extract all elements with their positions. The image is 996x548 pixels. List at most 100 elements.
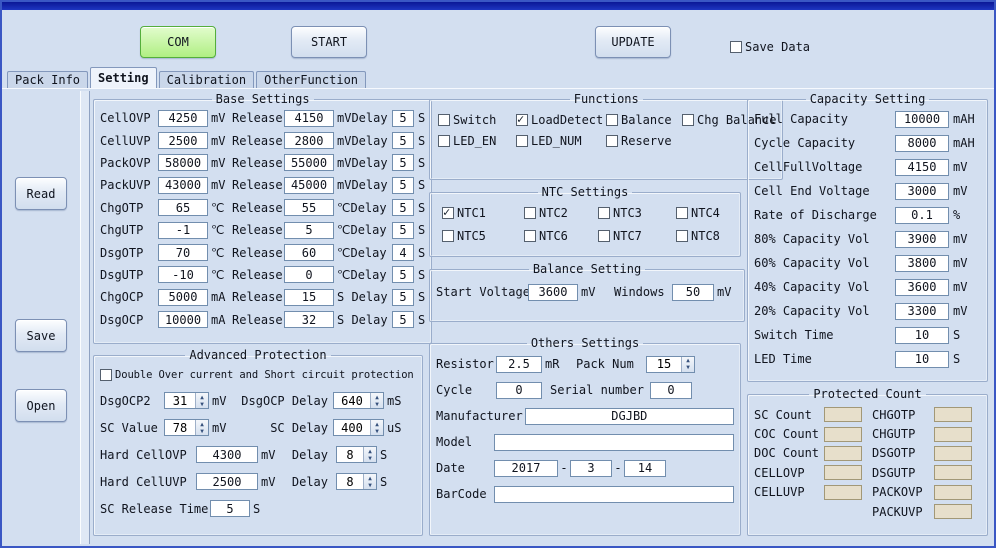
function-balance[interactable]: Balance: [606, 113, 682, 127]
param-value-field[interactable]: [158, 132, 208, 149]
delay-value-field[interactable]: [392, 289, 414, 306]
delay-value-field[interactable]: [392, 154, 414, 171]
cycle-field[interactable]: [496, 382, 542, 399]
param-value-field[interactable]: [158, 199, 208, 216]
pack-num-stepper[interactable]: ▲▼: [646, 356, 695, 373]
delay-value-field[interactable]: [392, 244, 414, 261]
sc-value-select[interactable]: ▲▼: [164, 419, 209, 436]
delay-value-field[interactable]: [392, 222, 414, 239]
spinner-down-icon[interactable]: ▼: [682, 364, 694, 371]
function-switch[interactable]: Switch: [438, 113, 516, 127]
barcode-field[interactable]: [494, 486, 734, 503]
spinner-up-icon[interactable]: ▲: [196, 421, 208, 428]
spinner[interactable]: ▲▼: [195, 393, 208, 408]
checkbox-icon[interactable]: [442, 230, 454, 242]
delay-value-field[interactable]: [392, 177, 414, 194]
save-button[interactable]: Save: [15, 319, 67, 352]
spinner[interactable]: ▲▼: [681, 357, 694, 372]
release-value-field[interactable]: [284, 222, 334, 239]
spinner-up-icon[interactable]: ▲: [364, 448, 376, 455]
param-value-field[interactable]: [158, 266, 208, 283]
checkbox-icon[interactable]: [442, 207, 454, 219]
checkbox-icon[interactable]: [676, 207, 688, 219]
dsgocp-delay-value[interactable]: [334, 393, 370, 408]
tab-pack-info[interactable]: Pack Info: [7, 71, 88, 88]
ntc8-checkbox[interactable]: NTC8: [676, 229, 734, 243]
function-loaddetect[interactable]: LoadDetect: [516, 113, 606, 127]
param-value-field[interactable]: [158, 222, 208, 239]
checkbox-icon[interactable]: [516, 114, 528, 126]
param-value-field[interactable]: [158, 244, 208, 261]
spinner[interactable]: ▲▼: [370, 393, 383, 408]
pack-num-value[interactable]: [647, 357, 681, 372]
hard-celluvp-delay-value[interactable]: [337, 474, 363, 489]
spinner[interactable]: ▲▼: [363, 447, 376, 462]
ntc7-checkbox[interactable]: NTC7: [598, 229, 676, 243]
capacity-value-field[interactable]: [895, 279, 949, 296]
dsgocp2-value[interactable]: [165, 393, 195, 408]
read-button[interactable]: Read: [15, 177, 67, 210]
start-voltage-field[interactable]: [528, 284, 578, 301]
checkbox-icon[interactable]: [598, 230, 610, 242]
open-button[interactable]: Open: [15, 389, 67, 422]
start-button[interactable]: START: [291, 26, 367, 58]
dsgocp-delay-select[interactable]: ▲▼: [333, 392, 384, 409]
param-value-field[interactable]: [158, 110, 208, 127]
capacity-value-field[interactable]: [895, 159, 949, 176]
ntc5-checkbox[interactable]: NTC5: [442, 229, 524, 243]
spinner[interactable]: ▲▼: [370, 420, 383, 435]
date-month-field[interactable]: [570, 460, 612, 477]
release-value-field[interactable]: [284, 244, 334, 261]
capacity-value-field[interactable]: [895, 231, 949, 248]
sc-delay-value[interactable]: [334, 420, 370, 435]
release-value-field[interactable]: [284, 199, 334, 216]
checkbox-icon[interactable]: [606, 114, 618, 126]
checkbox-icon[interactable]: [676, 230, 688, 242]
tab-calibration[interactable]: Calibration: [159, 71, 254, 88]
hard-cellovp-value[interactable]: [196, 446, 258, 463]
checkbox-icon[interactable]: [524, 207, 536, 219]
update-button[interactable]: UPDATE: [595, 26, 671, 58]
spinner[interactable]: ▲▼: [195, 420, 208, 435]
date-day-field[interactable]: [624, 460, 666, 477]
delay-value-field[interactable]: [392, 311, 414, 328]
release-value-field[interactable]: [284, 311, 334, 328]
release-value-field[interactable]: [284, 266, 334, 283]
spinner-down-icon[interactable]: ▼: [364, 482, 376, 489]
param-value-field[interactable]: [158, 289, 208, 306]
spinner-up-icon[interactable]: ▲: [364, 475, 376, 482]
manufacturer-field[interactable]: [525, 408, 734, 425]
release-value-field[interactable]: [284, 177, 334, 194]
delay-value-field[interactable]: [392, 110, 414, 127]
release-value-field[interactable]: [284, 154, 334, 171]
hard-cellovp-delay-value[interactable]: [337, 447, 363, 462]
tab-setting[interactable]: Setting: [90, 67, 157, 88]
tab-otherfunction[interactable]: OtherFunction: [256, 71, 366, 88]
checkbox-icon[interactable]: [438, 135, 450, 147]
save-data-checkbox[interactable]: Save Data: [730, 40, 810, 54]
spinner-down-icon[interactable]: ▼: [364, 455, 376, 462]
checkbox-icon[interactable]: [606, 135, 618, 147]
release-value-field[interactable]: [284, 110, 334, 127]
spinner-up-icon[interactable]: ▲: [196, 394, 208, 401]
sc-delay-select[interactable]: ▲▼: [333, 419, 384, 436]
ntc4-checkbox[interactable]: NTC4: [676, 206, 734, 220]
spinner-down-icon[interactable]: ▼: [371, 401, 383, 408]
spinner-down-icon[interactable]: ▼: [196, 401, 208, 408]
checkbox-icon[interactable]: [598, 207, 610, 219]
capacity-value-field[interactable]: [895, 135, 949, 152]
hard-cellovp-delay-select[interactable]: ▲▼: [336, 446, 377, 463]
com-button[interactable]: COM: [140, 26, 216, 58]
checkbox-icon[interactable]: [730, 41, 742, 53]
param-value-field[interactable]: [158, 154, 208, 171]
ntc3-checkbox[interactable]: NTC3: [598, 206, 676, 220]
serial-number-field[interactable]: [650, 382, 692, 399]
dsgocp2-select[interactable]: ▲▼: [164, 392, 209, 409]
spinner-down-icon[interactable]: ▼: [196, 428, 208, 435]
param-value-field[interactable]: [158, 311, 208, 328]
sc-value[interactable]: [165, 420, 195, 435]
function-led-en[interactable]: LED_EN: [438, 134, 516, 148]
hard-celluvp-delay-select[interactable]: ▲▼: [336, 473, 377, 490]
spinner-up-icon[interactable]: ▲: [371, 421, 383, 428]
param-value-field[interactable]: [158, 177, 208, 194]
